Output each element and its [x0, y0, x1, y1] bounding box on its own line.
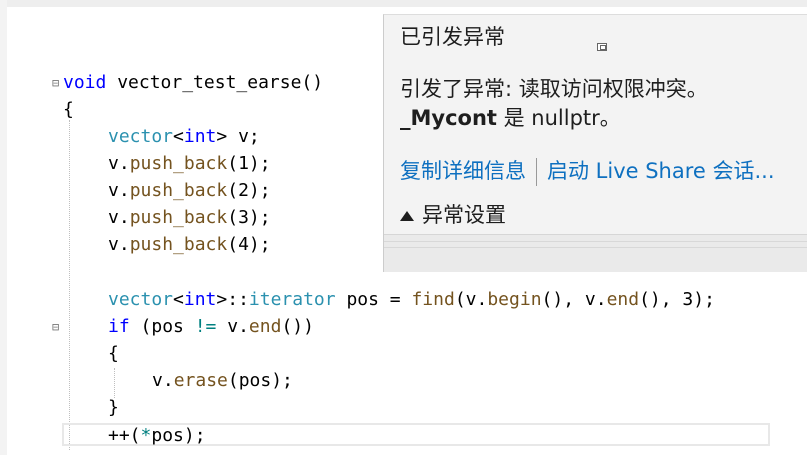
- link-separator: [536, 158, 537, 186]
- message-line-2: _Mycont 是 nullptr。: [400, 104, 708, 133]
- code-line[interactable]: {: [108, 340, 119, 367]
- code-token: vector_test_earse(): [106, 72, 324, 93]
- exception-settings-label: 异常设置: [422, 203, 506, 227]
- code-token: v.: [108, 153, 130, 174]
- code-token: (4);: [227, 234, 271, 255]
- editor-top-border: [0, 0, 807, 7]
- code-token: pos =: [335, 289, 412, 310]
- code-token: find: [411, 289, 455, 310]
- code-token: !=: [194, 316, 217, 337]
- code-token: end: [606, 289, 640, 310]
- code-token: void: [63, 72, 107, 93]
- pin-icon[interactable]: [597, 43, 607, 51]
- code-token: <: [173, 289, 184, 310]
- code-line[interactable]: v.push_back(4);: [108, 231, 271, 258]
- code-token: > v;: [216, 126, 260, 147]
- footer-ridge: [384, 241, 807, 242]
- code-line[interactable]: vector<int>::iterator pos = find(v.begin…: [108, 286, 715, 313]
- exception-settings-header[interactable]: 异常设置: [400, 199, 506, 229]
- fold-toggle-icon[interactable]: ⊟: [52, 77, 60, 89]
- code-token: push_back: [129, 234, 228, 255]
- code-line[interactable]: vector<int> v;: [108, 123, 260, 150]
- code-token: v.: [108, 207, 130, 228]
- popup-links: 复制详细信息 启动 Live Share 会话...: [400, 155, 775, 186]
- fold-toggle-icon[interactable]: ⊟: [52, 321, 60, 333]
- code-line[interactable]: v.push_back(1);: [108, 150, 271, 177]
- code-token: <: [173, 126, 184, 147]
- code-token: push_back: [129, 153, 228, 174]
- code-line[interactable]: v.push_back(2);: [108, 177, 271, 204]
- message-bold-symbol: _Mycont: [400, 106, 497, 130]
- code-line[interactable]: v.erase(pos);: [152, 367, 293, 394]
- code-token: begin: [487, 289, 542, 310]
- code-token: ++(: [108, 425, 141, 446]
- code-token: vector: [108, 126, 174, 147]
- editor-left-margin: [0, 0, 7, 455]
- code-line[interactable]: {: [63, 96, 74, 123]
- code-line[interactable]: }: [108, 394, 119, 421]
- code-token: v.: [152, 370, 174, 391]
- popup-footer: [384, 234, 807, 272]
- code-line[interactable]: ++(*pos);: [108, 422, 206, 449]
- footer-ridge: [384, 247, 807, 248]
- code-token: (pos);: [227, 370, 293, 391]
- code-token: push_back: [129, 207, 228, 228]
- exception-message: 引发了异常: 读取访问权限冲突。 _Mycont 是 nullptr。: [400, 75, 708, 133]
- code-token: >::: [216, 289, 249, 310]
- popup-title: 已引发异常: [400, 25, 505, 49]
- collapse-triangle-icon[interactable]: [400, 211, 414, 221]
- code-token: (3);: [227, 207, 271, 228]
- code-line[interactable]: if (pos != v.end()): [108, 313, 314, 340]
- code-token: ()): [281, 316, 314, 337]
- code-token: (pos: [129, 316, 195, 337]
- code-token: {: [108, 343, 119, 364]
- code-token: v.: [108, 234, 130, 255]
- code-token: if: [108, 316, 130, 337]
- code-token: v.: [108, 180, 130, 201]
- code-token: push_back: [129, 180, 228, 201]
- message-line-1: 引发了异常: 读取访问权限冲突。: [400, 77, 708, 101]
- code-token: vector: [108, 289, 174, 310]
- code-token: (), 3);: [639, 289, 715, 310]
- code-token: (2);: [227, 180, 271, 201]
- copy-details-link[interactable]: 复制详细信息: [400, 159, 526, 183]
- code-token: end: [248, 316, 282, 337]
- code-line[interactable]: void vector_test_earse(): [63, 69, 323, 96]
- code-token: {: [63, 99, 74, 120]
- code-token: iterator: [248, 289, 336, 310]
- code-token: (), v.: [541, 289, 607, 310]
- code-line[interactable]: v.push_back(3);: [108, 204, 271, 231]
- code-token: }: [108, 397, 119, 418]
- indent-guide: [69, 120, 70, 450]
- code-token: int: [183, 126, 217, 147]
- exception-popup: 已引发异常 引发了异常: 读取访问权限冲突。 _Mycont 是 nullptr…: [383, 14, 807, 272]
- code-token: erase: [173, 370, 228, 391]
- live-share-link[interactable]: 启动 Live Share 会话...: [547, 159, 775, 183]
- code-token: pos);: [151, 425, 206, 446]
- code-token: int: [183, 289, 217, 310]
- code-token: v.: [216, 316, 249, 337]
- code-token: (v.: [454, 289, 488, 310]
- message-rest: 是 nullptr。: [496, 106, 621, 130]
- code-token: (1);: [227, 153, 271, 174]
- code-token: *: [140, 425, 152, 446]
